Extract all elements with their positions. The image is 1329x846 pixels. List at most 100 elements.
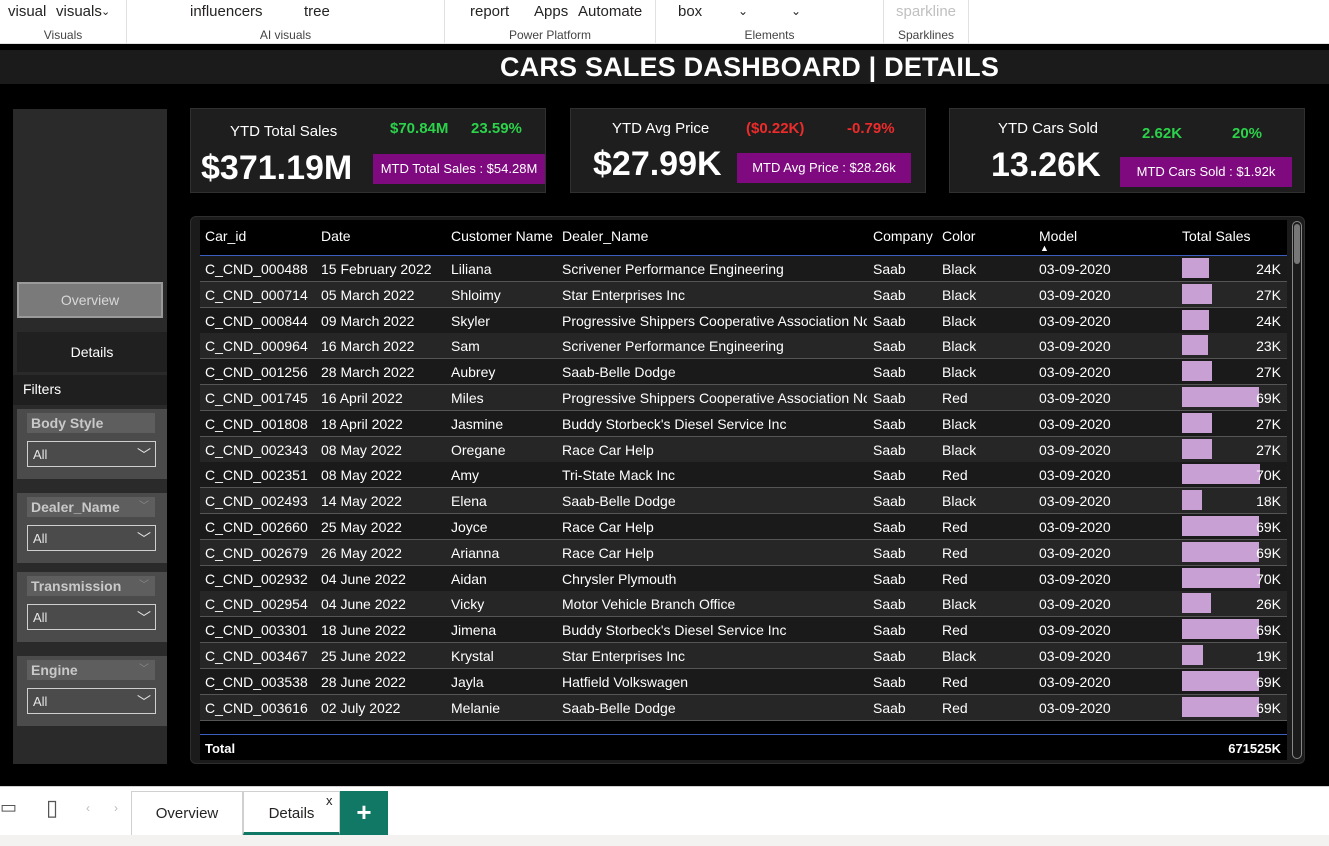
- cell-date: 04 June 2022: [321, 570, 406, 587]
- table-row[interactable]: C_CND_003301 18 June 2022 Jimena Buddy Stor…: [200, 617, 1287, 644]
- table-row[interactable]: C_CND_000844 09 March 2022 Skyler Progressi…: [200, 307, 1287, 334]
- desktop-view-icon[interactable]: ▭: [0, 797, 17, 818]
- scrollbar-thumb[interactable]: [1294, 224, 1300, 264]
- cell-color: Red: [942, 519, 968, 535]
- cell-total-sales: 23K: [1256, 338, 1281, 355]
- engine-dropdown[interactable]: All ﹀: [27, 688, 156, 714]
- body-style-dropdown[interactable]: All ﹀: [27, 441, 156, 467]
- close-icon[interactable]: x: [326, 793, 333, 808]
- cell-company: Saab: [873, 467, 906, 484]
- table-scrollbar[interactable]: [1292, 221, 1302, 759]
- column-header-date[interactable]: Date: [321, 228, 351, 244]
- cell-date: 02 July 2022: [321, 699, 401, 716]
- table-row[interactable]: C_CND_002660 25 May 2022 Joyce Race Car Hel…: [200, 514, 1287, 540]
- table-row[interactable]: C_CND_003616 02 July 2022 Melanie Saab-Bell…: [200, 694, 1287, 721]
- cell-model: 03-09-2020: [1039, 338, 1111, 355]
- kpi-delta-value: $70.84M: [390, 120, 449, 137]
- ribbon-report-button[interactable]: report: [470, 3, 509, 20]
- cell-model: 03-09-2020: [1039, 261, 1111, 277]
- chevron-right-icon[interactable]: ›: [114, 801, 118, 815]
- tab-overview[interactable]: Overview: [131, 791, 243, 835]
- chevron-down-icon[interactable]: ⌄: [738, 4, 748, 18]
- cell-company: Saab: [873, 648, 906, 664]
- overview-nav-button[interactable]: Overview: [17, 282, 163, 318]
- cell-customer-name: Aubrey: [451, 364, 496, 381]
- cell-company: Saab: [873, 338, 906, 355]
- cell-color: Black: [942, 415, 977, 432]
- kpi-label: YTD Cars Sold: [998, 120, 1099, 137]
- table-row[interactable]: C_CND_002932 04 June 2022 Aidan Chrysler Pl…: [200, 565, 1287, 592]
- ribbon-apps-button[interactable]: Apps: [534, 3, 568, 20]
- table-row[interactable]: C_CND_003467 25 June 2022 Krystal Star Ente…: [200, 643, 1287, 669]
- ribbon-sparkline-button[interactable]: sparkline: [896, 3, 956, 20]
- ribbon-influencers-button[interactable]: influencers: [190, 3, 263, 20]
- ribbon-group-ai: influencers tree AI visuals: [127, 0, 445, 44]
- cell-total-sales: 69K: [1256, 390, 1281, 406]
- cell-color: Black: [942, 364, 977, 381]
- add-page-button[interactable]: +: [340, 791, 388, 835]
- table-row[interactable]: C_CND_001256 28 March 2022 Aubrey Saab-Bell…: [200, 359, 1287, 386]
- column-header-model[interactable]: Model: [1039, 228, 1077, 244]
- table-row[interactable]: C_CND_002954 04 June 2022 Vicky Motor Vehic…: [200, 591, 1287, 618]
- cell-model: 03-09-2020: [1039, 544, 1111, 561]
- dropdown-value: All: [33, 610, 48, 625]
- table-row[interactable]: C_CND_000714 05 March 2022 Shloimy Star Ent…: [200, 281, 1287, 308]
- table-row[interactable]: C_CND_000964 16 March 2022 Sam Scrivener Pe…: [200, 333, 1287, 360]
- dealer-name-dropdown[interactable]: All ﹀: [27, 525, 156, 551]
- cell-total-sales: 26K: [1256, 596, 1281, 613]
- cell-dealer-name: Progressive Shippers Cooperative Associa…: [562, 312, 867, 329]
- cell-dealer-name: Saab-Belle Dodge: [562, 699, 676, 716]
- cell-model: 03-09-2020: [1039, 519, 1111, 535]
- chevron-down-icon[interactable]: ﹀: [139, 497, 149, 512]
- ribbon-visual-button[interactable]: visual: [8, 3, 46, 20]
- ribbon-visuals-button[interactable]: visuals: [56, 3, 102, 20]
- chevron-down-icon: ﹀: [137, 694, 151, 710]
- column-header-total-sales[interactable]: Total Sales: [1182, 228, 1250, 244]
- cell-model: 03-09-2020: [1039, 415, 1111, 432]
- slicer-title: Engine: [27, 660, 155, 680]
- table-row[interactable]: C_CND_003538 28 June 2022 Jayla Hatfield Vo…: [200, 668, 1287, 695]
- cell-dealer-name: Hatfield Volkswagen: [562, 673, 689, 690]
- table-row[interactable]: C_CND_002343 08 May 2022 Oregane Race Car H…: [200, 436, 1287, 463]
- chevron-down-icon[interactable]: ﹀: [139, 660, 149, 675]
- chevron-down-icon[interactable]: ⌄: [101, 5, 110, 18]
- column-header-dealer-name[interactable]: Dealer_Name: [562, 228, 648, 244]
- cell-date: 16 April 2022: [321, 390, 403, 406]
- cell-company: Saab: [873, 364, 906, 381]
- column-header-company[interactable]: Company: [873, 228, 933, 244]
- sort-ascending-icon[interactable]: ▲: [1040, 243, 1049, 253]
- cell-customer-name: Krystal: [451, 648, 494, 664]
- column-header-customer-name[interactable]: Customer Name: [451, 228, 553, 244]
- cell-car-id: C_CND_003301: [205, 622, 308, 639]
- chevron-down-icon[interactable]: ⌄: [791, 4, 801, 18]
- cell-customer-name: Oregane: [451, 441, 506, 458]
- cell-date: 26 May 2022: [321, 544, 402, 561]
- cell-dealer-name: Buddy Storbeck's Diesel Service Inc: [562, 622, 787, 639]
- table-row[interactable]: C_CND_002493 14 May 2022 Elena Saab-Belle D…: [200, 488, 1287, 515]
- cell-model: 03-09-2020: [1039, 441, 1111, 458]
- cell-color: Black: [942, 261, 977, 277]
- details-nav-button[interactable]: Details: [17, 332, 167, 372]
- chevron-left-icon[interactable]: ‹: [86, 801, 90, 815]
- table-row[interactable]: C_CND_001745 16 April 2022 Miles Progressiv…: [200, 385, 1287, 411]
- column-header-color[interactable]: Color: [942, 228, 975, 244]
- sales-data-bar: [1182, 387, 1259, 407]
- column-header-car-id[interactable]: Car_id: [205, 228, 246, 244]
- table-row[interactable]: C_CND_002679 26 May 2022 Arianna Race Car H…: [200, 539, 1287, 566]
- cell-company: Saab: [873, 286, 906, 303]
- sales-data-bar: [1182, 283, 1212, 304]
- table-row[interactable]: C_CND_000488 15 February 2022 Liliana Scriv…: [200, 256, 1287, 282]
- cell-dealer-name: Saab-Belle Dodge: [562, 364, 676, 381]
- sales-data-bar: [1182, 619, 1259, 640]
- ribbon-tree-button[interactable]: tree: [304, 3, 330, 20]
- table-row[interactable]: C_CND_001808 18 April 2022 Jasmine Buddy St…: [200, 410, 1287, 437]
- mobile-view-icon[interactable]: ▯: [46, 795, 58, 821]
- ribbon-box-button[interactable]: box: [678, 3, 702, 20]
- chevron-down-icon[interactable]: ﹀: [139, 576, 149, 591]
- chevron-down-icon: ﹀: [137, 531, 151, 547]
- table-row[interactable]: C_CND_002351 08 May 2022 Amy Tri-State Mack…: [200, 462, 1287, 489]
- ribbon-automate-button[interactable]: Automate: [578, 3, 642, 20]
- ribbon: visual visuals ⌄ Visuals influencers tre…: [0, 0, 1329, 44]
- transmission-dropdown[interactable]: All ﹀: [27, 604, 156, 630]
- cell-car-id: C_CND_000964: [205, 338, 308, 355]
